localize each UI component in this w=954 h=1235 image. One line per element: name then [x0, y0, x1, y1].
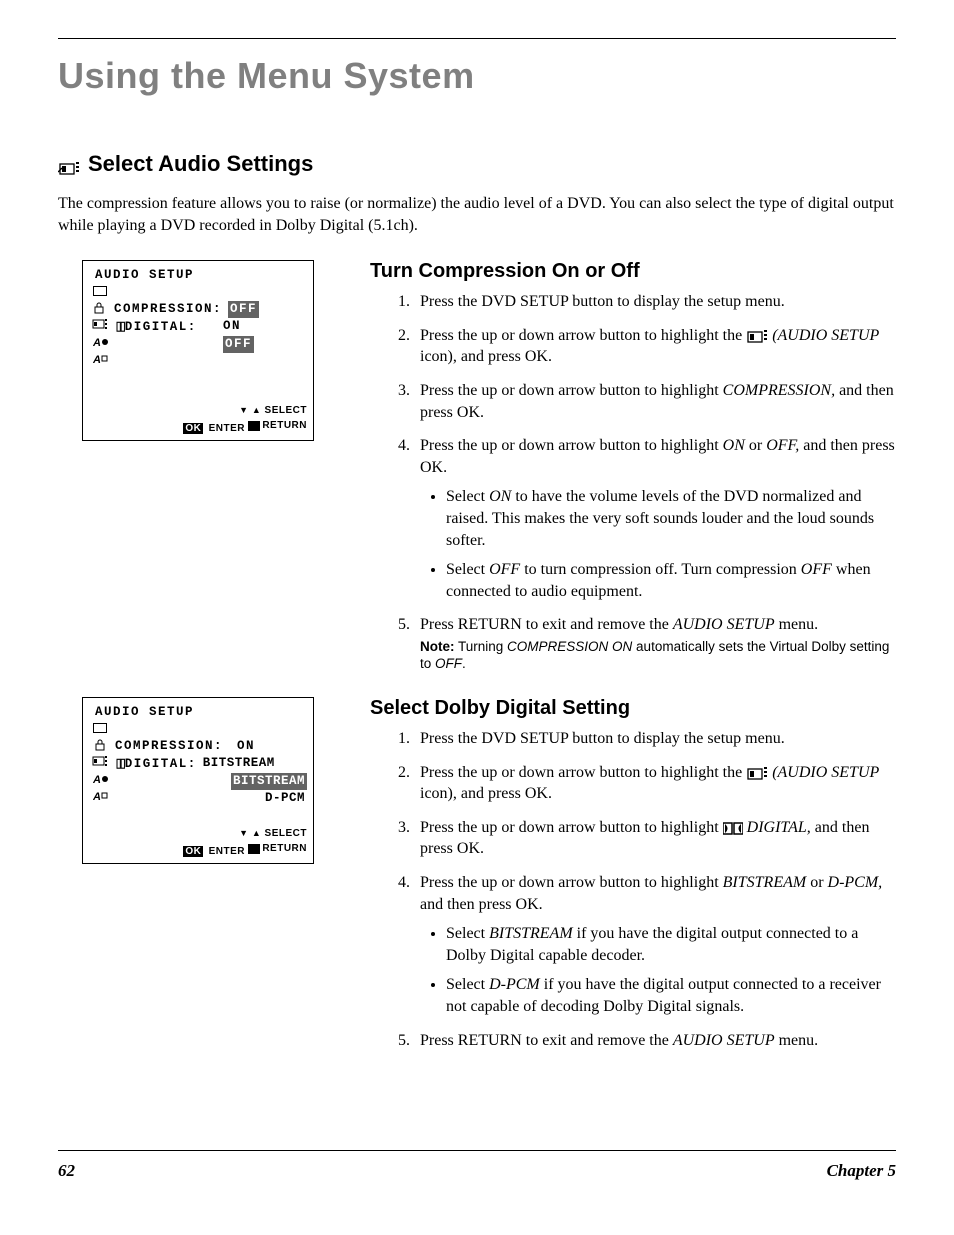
osd-screenshot-compression: AUDIO SETUP COMPRESSION: OFF ▯▯DIGITAL: …: [82, 260, 314, 441]
tv-icon: A: [91, 790, 109, 802]
lock-icon: [91, 738, 109, 752]
osd-digital-value: BITSTREAM: [203, 755, 275, 772]
osd-option-dpcm: D-PCM: [265, 790, 307, 807]
ap-icon: A: [91, 773, 109, 785]
bullet-item: Select OFF to turn compression off. Turn…: [446, 559, 896, 602]
step-item: Press the DVD SETUP button to display th…: [414, 728, 896, 750]
subsection-heading-digital: Select Dolby Digital Setting: [370, 697, 896, 720]
osd-digital-off: OFF: [223, 336, 254, 353]
footer-rule: [58, 1150, 896, 1151]
step-item: Press the up or down arrow button to hig…: [414, 380, 896, 423]
osd-digital-label: ▯▯DIGITAL:: [115, 318, 217, 336]
osd-compression-value: ON: [237, 739, 255, 753]
step-item: Press the up or down arrow button to hig…: [414, 762, 896, 805]
section-heading-text: Select Audio Settings: [88, 151, 313, 177]
audio-setup-mini-icon: [91, 755, 109, 767]
svg-text:A: A: [93, 354, 102, 365]
top-rule: [58, 38, 896, 39]
step-item: Press the DVD SETUP button to display th…: [414, 291, 896, 313]
page-number: 62: [58, 1161, 75, 1181]
step-item: Press the up or down arrow button to hig…: [414, 435, 896, 602]
subsection-heading-compression: Turn Compression On or Off: [370, 260, 896, 283]
svg-text:A: A: [93, 337, 102, 348]
chapter-heading: Using the Menu System: [58, 55, 896, 97]
audio-setup-icon: [58, 156, 80, 172]
svg-text:A: A: [93, 774, 102, 785]
bullet-item: Select BITSTREAM if you have the digital…: [446, 923, 896, 966]
chapter-label: Chapter 5: [827, 1161, 896, 1181]
osd-compression-label: COMPRESSION:: [115, 738, 231, 755]
svg-text:A: A: [93, 791, 102, 802]
audio-setup-inline-icon: [746, 765, 768, 781]
section-heading: Select Audio Settings: [58, 151, 896, 177]
tv-icon: A: [91, 353, 109, 365]
osd-compression-value: OFF: [228, 301, 259, 318]
step-item: Press the up or down arrow button to hig…: [414, 325, 896, 368]
osd-footer: ▼ ▲ SELECT OK ENTER RETURN: [89, 827, 307, 859]
step-item: Press RETURN to exit and remove the AUDI…: [414, 614, 896, 673]
lock-icon: [91, 301, 108, 315]
page-footer: 62 Chapter 5: [58, 1161, 896, 1181]
step-item: Press RETURN to exit and remove the AUDI…: [414, 1030, 896, 1052]
step-item: Press the up or down arrow button to hig…: [414, 872, 896, 1018]
osd-screenshot-digital: AUDIO SETUP COMPRESSION: ON ▯▯DIGITAL: B…: [82, 697, 314, 864]
ap-icon: A: [91, 336, 109, 348]
osd-digital-on: ON: [223, 319, 241, 333]
osd-compression-label: COMPRESSION:: [114, 301, 222, 318]
dolby-inline-icon: [723, 819, 743, 836]
note-text: Note: Turning COMPRESSION ON automatical…: [420, 638, 896, 673]
audio-setup-mini-icon: [91, 318, 109, 330]
osd-option-bitstream: BITSTREAM: [231, 773, 307, 790]
disc-icon: [91, 721, 109, 733]
osd-title: AUDIO SETUP: [89, 267, 307, 284]
step-item: Press the up or down arrow button to hig…: [414, 817, 896, 860]
disc-icon: [91, 284, 109, 296]
osd-digital-label: ▯▯DIGITAL:: [115, 755, 197, 773]
steps-list-compression: Press the DVD SETUP button to display th…: [370, 291, 896, 673]
osd-footer: ▼ ▲ SELECT OK ENTER RETURN: [89, 404, 307, 436]
bullet-item: Select ON to have the volume levels of t…: [446, 486, 896, 551]
bullet-item: Select D-PCM if you have the digital out…: [446, 974, 896, 1017]
audio-setup-inline-icon: [746, 328, 768, 344]
intro-paragraph: The compression feature allows you to ra…: [58, 193, 896, 236]
steps-list-digital: Press the DVD SETUP button to display th…: [370, 728, 896, 1051]
osd-title: AUDIO SETUP: [89, 704, 307, 721]
